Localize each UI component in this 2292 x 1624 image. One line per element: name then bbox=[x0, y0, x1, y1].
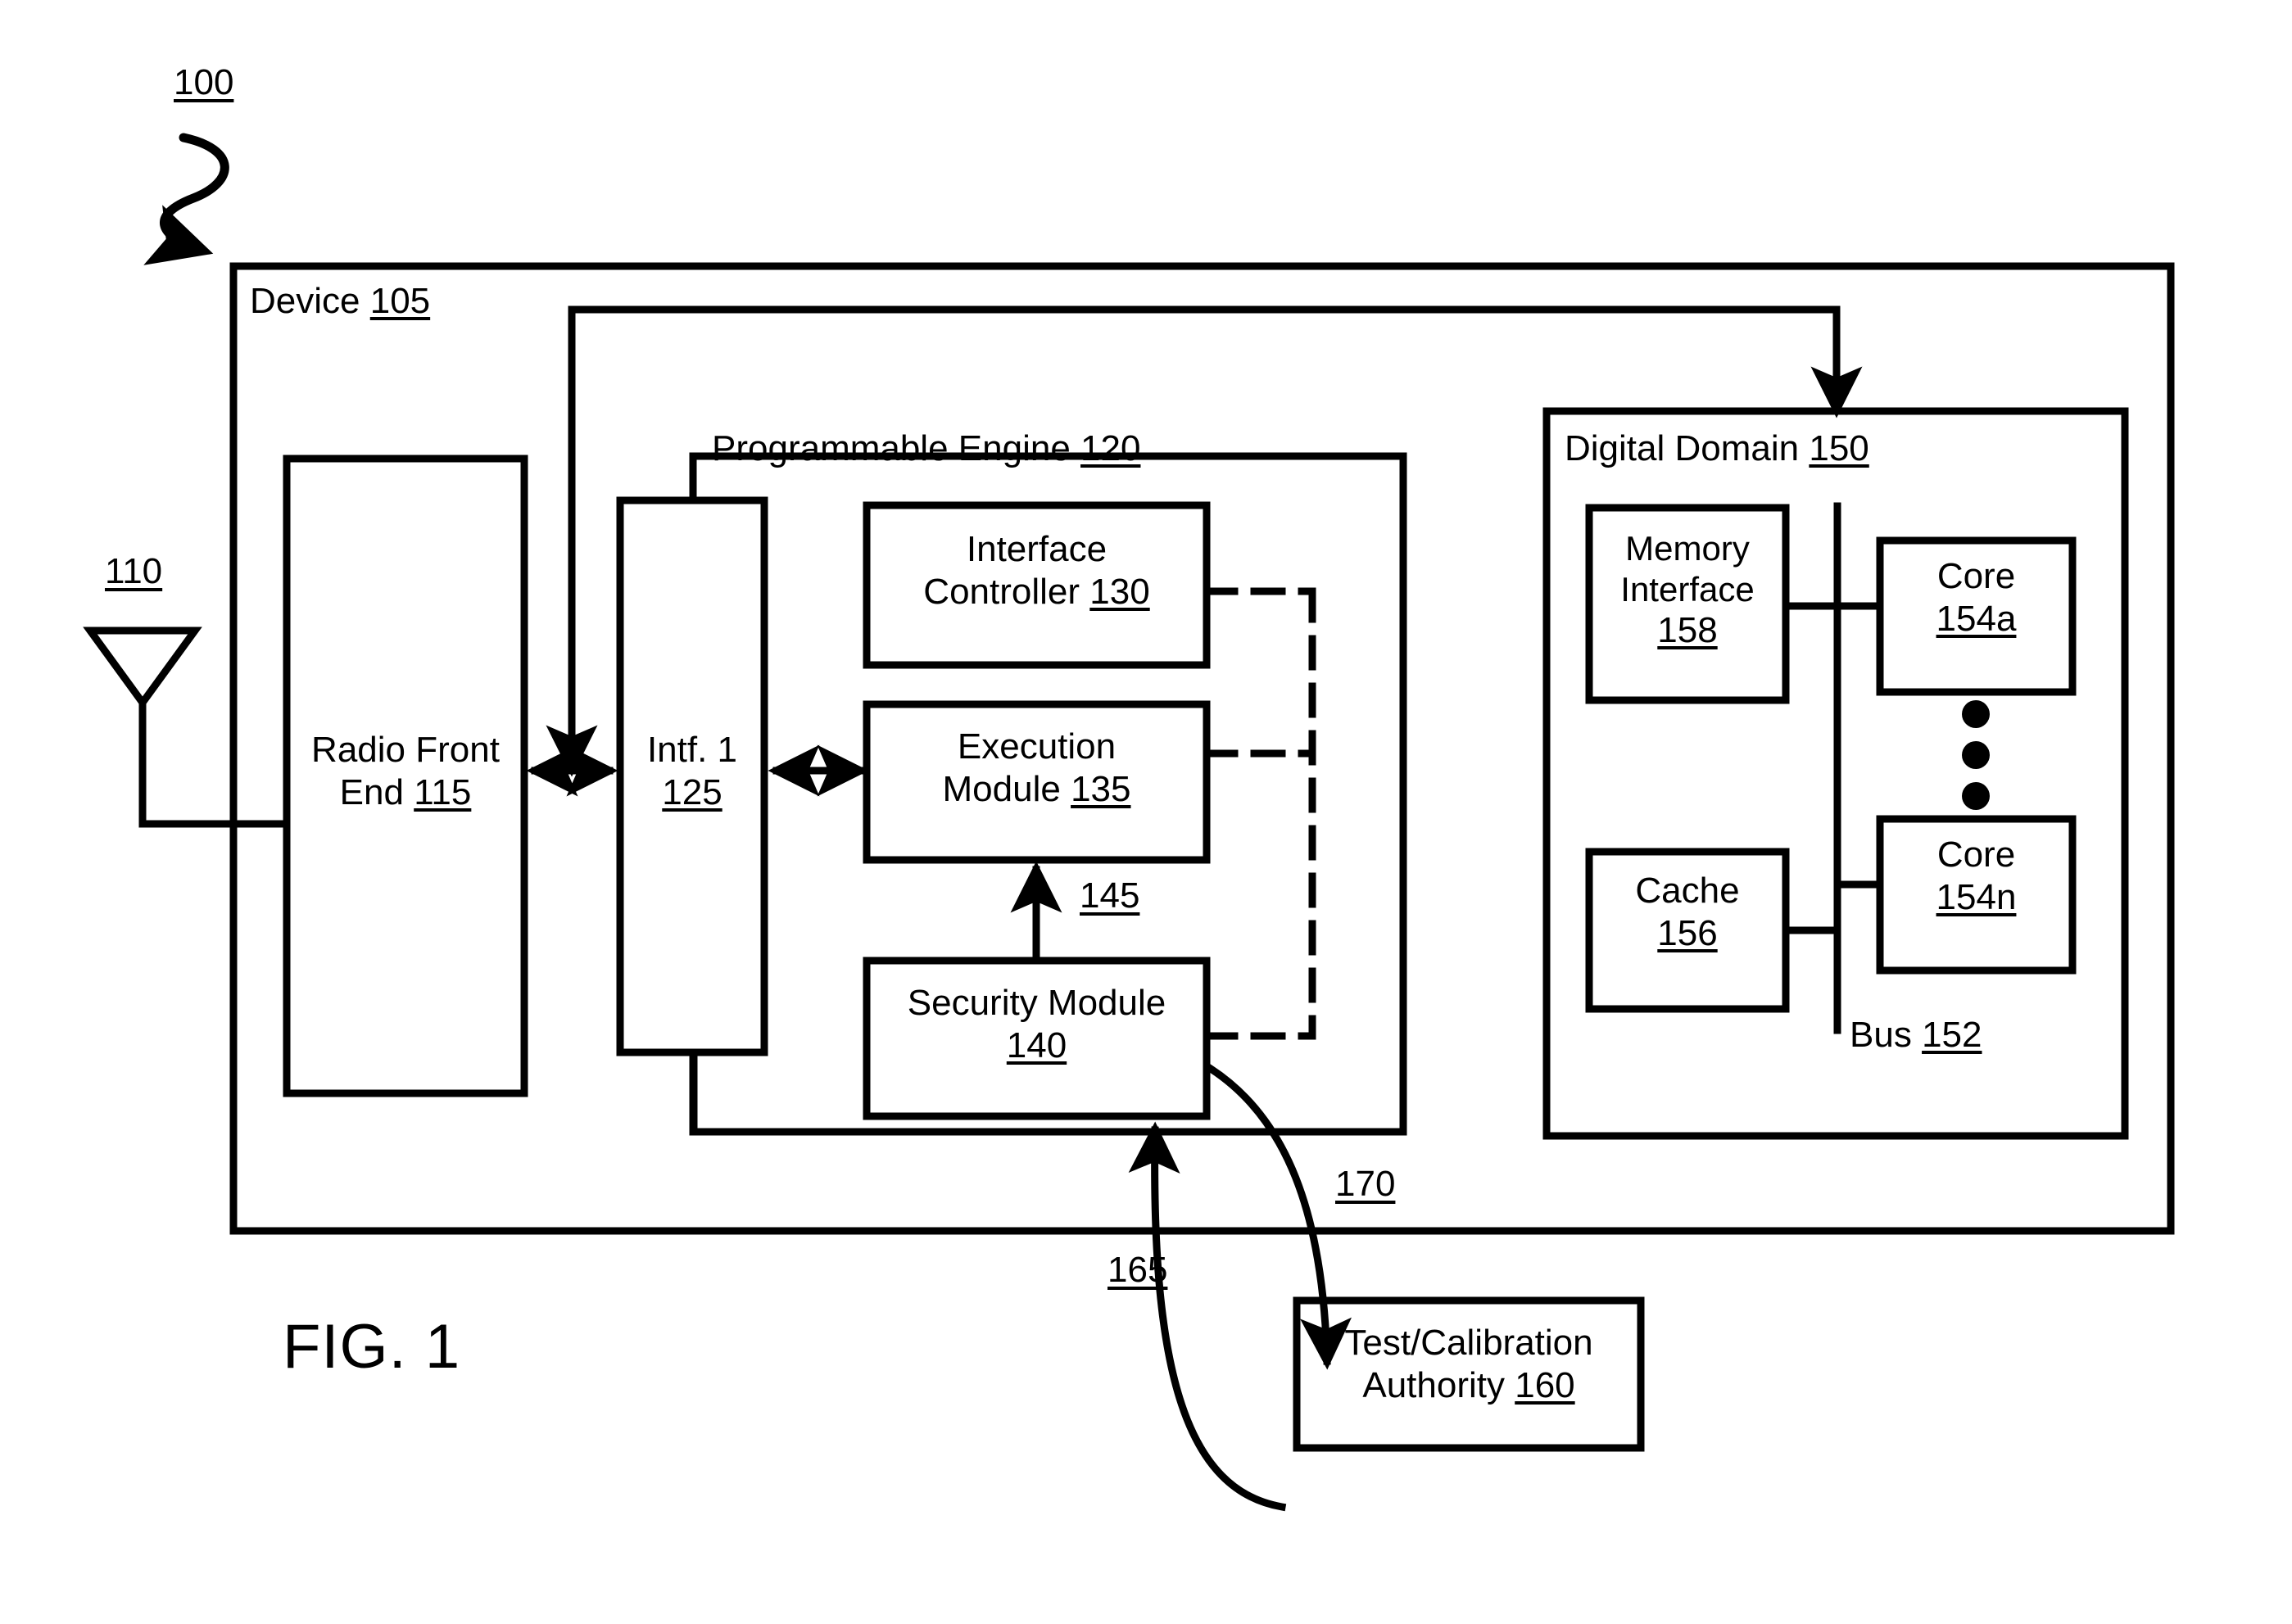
execution-module-label: Execution Module 135 bbox=[867, 726, 1207, 811]
digital-domain-ref: 150 bbox=[1809, 428, 1869, 468]
core-154n-line1: Core bbox=[1936, 835, 2016, 875]
test-calibration-authority-line2-wrap: Authority 160 bbox=[1297, 1364, 1641, 1407]
test-calibration-authority-line2: Authority bbox=[1362, 1364, 1505, 1405]
security-module-line1: Security Module bbox=[907, 983, 1166, 1023]
memory-interface-label: Memory Interface 158 bbox=[1589, 528, 1786, 652]
memory-interface-ref: 158 bbox=[1657, 610, 1718, 651]
core-154a-ref: 154a bbox=[1936, 598, 2017, 639]
memory-interface-line1: Memory bbox=[1625, 529, 1750, 568]
radio-front-end-line1: Radio Front bbox=[311, 730, 500, 770]
execution-module-line2-wrap: Module 135 bbox=[867, 768, 1207, 811]
test-calibration-authority-ref: 160 bbox=[1515, 1364, 1575, 1405]
interface-1-ref: 125 bbox=[662, 771, 722, 812]
radio-front-end-line2-wrap: End 115 bbox=[287, 771, 524, 814]
memory-interface-line2: Interface bbox=[1620, 569, 1755, 608]
cache-label: Cache 156 bbox=[1589, 870, 1786, 955]
signal-callout-145: 145 bbox=[1080, 875, 1140, 916]
system-callout-squiggle bbox=[143, 133, 229, 265]
interface-controller-ref: 130 bbox=[1089, 571, 1150, 612]
radio-front-end-label: Radio Front End 115 bbox=[287, 729, 524, 814]
interface-1-line1: Intf. 1 bbox=[646, 730, 738, 770]
core-154a-line1: Core bbox=[1936, 556, 2016, 596]
interface-controller-line2: Controller bbox=[923, 571, 1080, 612]
link-callout-170: 170 bbox=[1335, 1164, 1396, 1204]
system-callout-100: 100 bbox=[174, 62, 234, 102]
security-module-ref: 140 bbox=[1006, 1025, 1067, 1065]
programmable-engine-label-text: Programmable Engine bbox=[712, 428, 1071, 468]
digital-domain-label-text: Digital Domain bbox=[1565, 428, 1800, 468]
execution-module-line2: Module bbox=[942, 768, 1061, 809]
antenna-feed-line bbox=[138, 699, 291, 828]
interface-1-label: Intf. 1 125 bbox=[620, 729, 764, 814]
security-module-label: Security Module 140 bbox=[867, 982, 1207, 1067]
test-calibration-authority-label: Test/Calibration Authority 160 bbox=[1297, 1322, 1641, 1407]
core-154n-label: Core 154n bbox=[1880, 834, 2072, 919]
bus-label-text: Bus bbox=[1850, 1015, 1912, 1055]
interface-controller-label: Interface Controller 130 bbox=[867, 528, 1207, 613]
programmable-engine-label: Programmable Engine 120 bbox=[712, 427, 1140, 470]
test-calibration-authority-line1: Test/Calibration bbox=[1344, 1323, 1593, 1363]
link-callout-165: 165 bbox=[1107, 1250, 1168, 1290]
figure-caption: FIG. 1 bbox=[283, 1312, 461, 1382]
interface-controller-line1: Interface bbox=[966, 529, 1107, 569]
bus-ref: 152 bbox=[1922, 1015, 1982, 1055]
device-label-text: Device bbox=[250, 281, 360, 321]
radio-front-end-ref: 115 bbox=[414, 771, 472, 812]
core-ellipsis-dots bbox=[1962, 700, 1990, 810]
cache-line1: Cache bbox=[1635, 871, 1740, 911]
antenna-callout-110: 110 bbox=[105, 551, 163, 591]
antenna-triangle bbox=[83, 627, 202, 709]
device-ref: 105 bbox=[369, 281, 431, 321]
cache-ref: 156 bbox=[1657, 912, 1718, 953]
execution-module-line1: Execution bbox=[957, 726, 1117, 767]
link-170-curve bbox=[1205, 1063, 1352, 1370]
core-154n-ref: 154n bbox=[1936, 876, 2017, 917]
device-label: Device 105 bbox=[250, 280, 430, 323]
link-165-curve bbox=[1128, 1121, 1287, 1512]
radio-front-end-line2: End bbox=[339, 771, 404, 812]
execution-module-ref: 135 bbox=[1071, 768, 1131, 809]
digital-domain-label: Digital Domain 150 bbox=[1565, 427, 1869, 470]
core-154a-label: Core 154a bbox=[1880, 555, 2072, 640]
bus-label: Bus 152 bbox=[1850, 1014, 1982, 1056]
programmable-engine-ref: 120 bbox=[1080, 428, 1141, 468]
patent-figure-1: 100 Device 105 110 Radio Front End 115 I… bbox=[0, 0, 2292, 1624]
interface-controller-line2-wrap: Controller 130 bbox=[867, 571, 1207, 613]
